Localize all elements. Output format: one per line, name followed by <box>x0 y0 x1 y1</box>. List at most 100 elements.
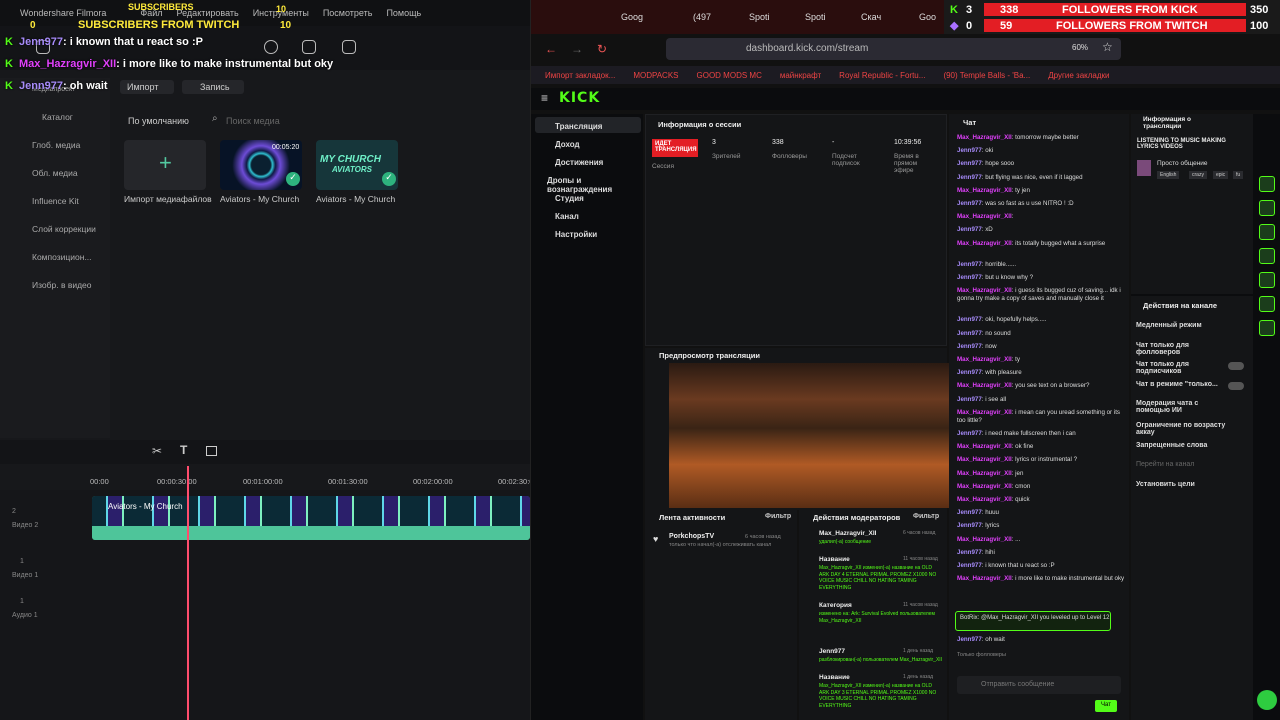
chat-message: Jenn977: i see all <box>957 395 1007 403</box>
side-cloud-media[interactable]: Обл. медиа <box>32 168 78 178</box>
modact-head: Название <box>819 556 850 563</box>
zoom-level[interactable]: 60% <box>1072 43 1088 52</box>
media-thumb-audio[interactable]: MY CHURCH AVIATORS ✓ <box>316 140 398 190</box>
side-global-media[interactable]: Глоб. медиа <box>32 140 80 150</box>
titles-tab-icon[interactable] <box>302 40 316 54</box>
side-influence-kit[interactable]: Influence Kit <box>32 196 79 206</box>
menu-income[interactable]: Доход <box>555 140 580 149</box>
help-fab-icon[interactable] <box>1257 690 1277 710</box>
bookmark[interactable]: GOOD MODS MC <box>697 71 762 80</box>
rail-button-icon[interactable] <box>1259 224 1275 240</box>
chat-message: Jenn977: hope sooo <box>957 160 1015 168</box>
chat-title: Чат <box>963 118 977 127</box>
search-icon: ⌕ <box>212 113 218 124</box>
rail-button-icon[interactable] <box>1259 176 1275 192</box>
menu-achievements[interactable]: Достижения <box>555 158 603 167</box>
channel-action[interactable]: Чат в режиме "только... <box>1136 381 1232 388</box>
modact-title: Действия модераторов <box>813 513 901 522</box>
followers-count-a: 338 <box>1000 3 1019 16</box>
channel-action[interactable]: Медленный режим <box>1136 322 1232 329</box>
channel-action[interactable]: Чат только для подписчиков <box>1136 361 1232 375</box>
side-catalog[interactable]: Каталог <box>42 112 73 122</box>
tab[interactable]: Скач <box>861 12 881 22</box>
sort-dropdown[interactable]: По умолчанию <box>128 116 189 126</box>
rail-button-icon[interactable] <box>1259 248 1275 264</box>
bookmark[interactable]: Другие закладки <box>1048 71 1109 80</box>
menu-help[interactable]: Помощь <box>386 8 421 18</box>
split-icon[interactable]: ✂ <box>152 444 162 458</box>
bookmark[interactable]: Royal Republic - Fortu... <box>839 71 925 80</box>
forward-icon[interactable]: → <box>571 42 583 56</box>
bookmark[interactable]: (90) Temple Balls - 'Ba... <box>943 71 1030 80</box>
search-input[interactable]: Поиск медиа <box>226 116 280 126</box>
media-thumb-video[interactable]: 00:05:20 ✓ <box>220 140 302 190</box>
bookmark[interactable]: MODPACKS <box>633 71 678 80</box>
menu-stream[interactable]: Трансляция <box>555 122 602 131</box>
bookmark[interactable]: Импорт закладок... <box>545 71 615 80</box>
chat-input[interactable]: Отправить сообщение <box>957 676 1121 694</box>
mod-actions-panel: Действия модераторов Фильтр Max_Hazragvi… <box>799 510 947 720</box>
media-thumb-label: Aviators - My Church <box>220 194 300 204</box>
menu-channel[interactable]: Канал <box>555 212 579 221</box>
stat-uptime-label: Время в прямом эфире <box>894 153 919 174</box>
activity-desc: только что начал(-а) отслеживать канал <box>669 542 772 548</box>
ruler-tick: 00:01:00:00 <box>243 477 283 486</box>
bookmark-star-icon[interactable]: ☆ <box>1102 40 1113 54</box>
text-icon[interactable]: T <box>180 443 187 457</box>
record-button[interactable]: Запись <box>182 80 244 94</box>
chat-message: Max_Hazragvir_XII: ... <box>957 535 1021 543</box>
rail-button-icon[interactable] <box>1259 296 1275 312</box>
rail-button-icon[interactable] <box>1259 200 1275 216</box>
chat-message: Jenn977: oh wait <box>957 636 1005 643</box>
tab[interactable]: Goo <box>919 12 936 22</box>
hamburger-icon[interactable]: ≡ <box>541 91 548 105</box>
menu-view[interactable]: Посмотреть <box>323 8 373 18</box>
transitions-tab-icon[interactable] <box>342 40 356 54</box>
rail-button-icon[interactable] <box>1259 272 1275 288</box>
tab[interactable]: Spoti <box>805 12 826 22</box>
ruler-tick: 00:00:30:00 <box>157 477 197 486</box>
reload-icon[interactable]: ↻ <box>597 42 607 56</box>
chat-input-placeholder: Отправить сообщение <box>981 681 1055 688</box>
subs-twitch-label: SUBSCRIBERS FROM TWITCH <box>78 19 240 31</box>
timeline-clip[interactable]: Aviators - My Church <box>92 496 530 540</box>
menu-studio[interactable]: Студия <box>555 194 584 203</box>
channel-action[interactable]: Чат только для фолловеров <box>1136 342 1232 356</box>
menu-settings[interactable]: Настройки <box>555 230 597 239</box>
chat-message: Max_Hazragvir_XII: <box>957 213 1014 221</box>
side-image-to-video[interactable]: Изобр. в видео <box>32 280 92 290</box>
channel-action[interactable]: Запрещенные слова <box>1136 442 1232 449</box>
send-chat-button[interactable]: Чат <box>1095 700 1117 712</box>
channel-action[interactable]: Перейти на канал <box>1136 461 1232 468</box>
activity-title: Лента активности <box>659 513 726 522</box>
crop-icon[interactable] <box>206 446 217 456</box>
tab[interactable]: Spoti <box>749 12 770 22</box>
activity-filter[interactable]: Фильтр <box>765 513 791 520</box>
kick-logo[interactable]: KICK <box>559 90 600 106</box>
audio-tab-icon[interactable] <box>264 40 278 54</box>
toggle-switch[interactable] <box>1228 362 1244 370</box>
playhead[interactable] <box>187 466 189 720</box>
overlay-chat-line: K Jenn977: oh wait <box>5 80 108 92</box>
channel-action[interactable]: Ограничение по возрасту аккау <box>1136 422 1232 436</box>
side-compound[interactable]: Композицион... <box>32 252 92 262</box>
side-adjustment-layer[interactable]: Слой коррекции <box>32 224 96 234</box>
rail-button-icon[interactable] <box>1259 320 1275 336</box>
preview-title: Предпросмотр трансляции <box>659 351 760 360</box>
bookmark[interactable]: майнкрафт <box>780 71 821 80</box>
address-bar[interactable]: dashboard.kick.com/stream 60% ☆ <box>666 38 1121 60</box>
tab[interactable]: (497 <box>693 12 711 22</box>
chat-message: Max_Hazragvir_XII: i more like to make i… <box>957 575 1125 583</box>
channel-action[interactable]: Модерация чата с помощью ИИ <box>1136 400 1232 414</box>
toggle-switch[interactable] <box>1228 381 1244 390</box>
import-button[interactable]: Импорт <box>120 80 174 94</box>
chat-message: Max_Hazragvir_XII: tomorrow maybe better <box>957 134 1079 141</box>
followers-only-note: Только фолловеры <box>957 652 1006 658</box>
tab[interactable]: Goog <box>621 12 643 22</box>
back-icon[interactable]: ← <box>545 42 557 56</box>
import-media-tile[interactable]: + <box>124 140 206 190</box>
stream-preview-video[interactable] <box>669 363 949 508</box>
channel-action[interactable]: Установить цели <box>1136 481 1232 488</box>
menu-drops[interactable]: Дропы и вознаграждения <box>547 176 643 194</box>
modact-filter[interactable]: Фильтр <box>913 513 939 520</box>
